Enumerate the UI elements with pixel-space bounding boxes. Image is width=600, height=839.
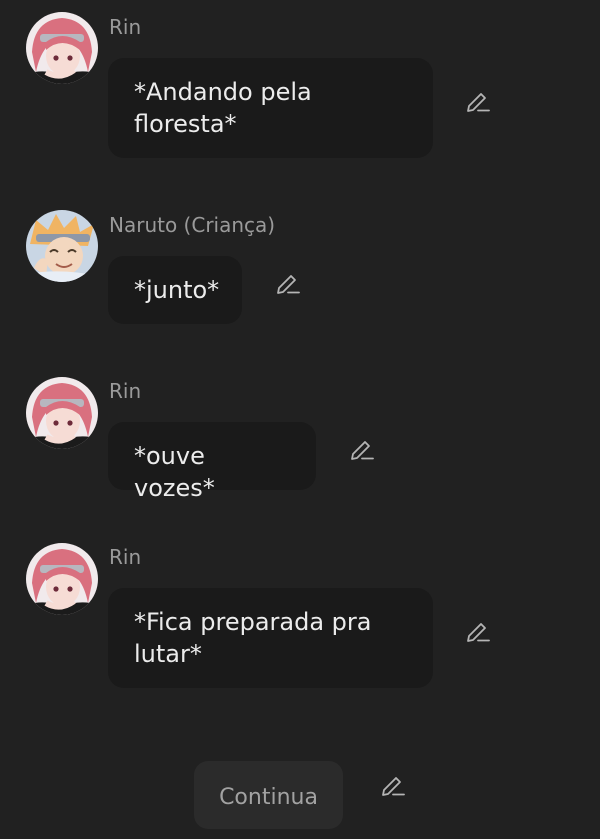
- chat-screen: Rin *Andando pela floresta* Naruto (Cria…: [0, 0, 600, 839]
- edit-icon[interactable]: [465, 617, 491, 643]
- message-bubble: *Andando pela floresta*: [108, 58, 433, 158]
- edit-icon[interactable]: [380, 771, 406, 797]
- message-author: Rin: [109, 545, 142, 569]
- rin-avatar[interactable]: [26, 543, 98, 615]
- edit-icon[interactable]: [465, 87, 491, 113]
- message-author: Rin: [109, 379, 142, 403]
- message-bubble: *Fica preparada pra lutar*: [108, 588, 433, 688]
- naruto-avatar[interactable]: [26, 210, 98, 282]
- edit-icon[interactable]: [275, 269, 301, 295]
- edit-icon[interactable]: [349, 435, 375, 461]
- message-author: Naruto (Criança): [109, 213, 276, 237]
- message-author: Rin: [109, 15, 142, 39]
- message-bubble: *ouve vozes*: [108, 422, 316, 502]
- rin-avatar[interactable]: [26, 377, 98, 449]
- continue-button-label: Continua: [219, 784, 318, 810]
- message-text: *ouve vozes*: [134, 442, 215, 502]
- message-text: *Andando pela floresta*: [134, 78, 312, 138]
- continue-button[interactable]: Continua: [194, 761, 343, 829]
- message-bubble: *junto*: [108, 256, 242, 324]
- rin-avatar[interactable]: [26, 12, 98, 84]
- message-text: *junto*: [134, 276, 220, 304]
- message-text: *Fica preparada pra lutar*: [134, 608, 372, 668]
